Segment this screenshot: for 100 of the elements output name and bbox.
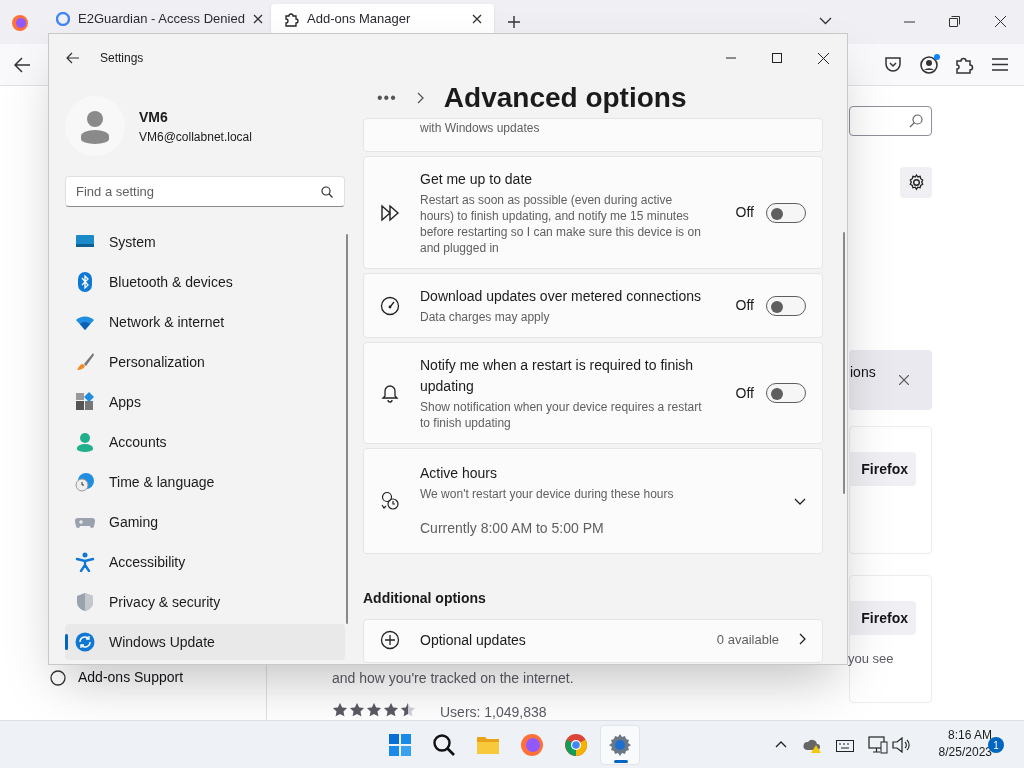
person-icon: [75, 432, 95, 452]
star-icon: [349, 702, 365, 718]
search-icon: [432, 733, 456, 757]
network-monitor-icon[interactable]: [868, 736, 888, 754]
section-heading: Additional options: [362, 589, 487, 608]
card-title: Notify me when a restart is required to finish updating: [420, 356, 695, 396]
menu-icon[interactable]: [992, 58, 1008, 71]
sync-icon: [75, 632, 95, 652]
bell-icon: [380, 383, 400, 403]
user-name: VM6: [139, 107, 169, 127]
card-value: Currently 8:00 AM to 5:00 PM: [420, 519, 605, 538]
puzzle-icon: [283, 10, 299, 27]
windows-logo-icon: [388, 733, 412, 757]
apps-icon: [75, 392, 95, 412]
maximize-icon[interactable]: [772, 53, 782, 63]
nav-item[interactable]: Apps: [65, 384, 345, 420]
back-arrow-icon[interactable]: [14, 57, 31, 73]
close-icon[interactable]: [472, 13, 482, 24]
nav-item[interactable]: Privacy & security: [65, 584, 345, 620]
card-title: Get me up to date: [420, 170, 534, 189]
caret-up-icon[interactable]: [775, 741, 787, 748]
toggle-state: Off: [735, 203, 754, 222]
selection-indicator: [65, 634, 68, 650]
star-icon: [400, 702, 416, 718]
plus-circle-icon: [380, 630, 400, 650]
toggle-switch[interactable]: [766, 202, 806, 223]
description-text: and how you're tracked on the internet.: [332, 669, 574, 688]
nav-item[interactable]: Bluetooth & devices: [65, 264, 345, 300]
clock-arrows-icon: [380, 491, 400, 511]
star-icon: [332, 702, 348, 718]
nav-item[interactable]: Accounts: [65, 424, 345, 460]
star-icon: [366, 702, 382, 718]
description-text: you see: [848, 650, 894, 668]
card-description: Restart as soon as possible (even during active hours) to finish updating, and notify me 15 minutes before restarting so I can make sure this device is on and plugged in: [420, 192, 702, 256]
chevron-down-icon[interactable]: [794, 497, 806, 505]
restore-icon[interactable]: [949, 16, 960, 27]
cloud-warning-icon[interactable]: [803, 737, 821, 753]
gear-icon: [608, 733, 632, 757]
firefox-icon[interactable]: [11, 14, 29, 32]
keyboard-icon[interactable]: [836, 740, 854, 752]
more-button[interactable]: •••: [377, 86, 397, 110]
search-icon: [909, 114, 923, 128]
puzzle-icon[interactable]: [955, 55, 974, 74]
chrome-icon: [564, 733, 588, 757]
nav-item[interactable]: Gaming: [65, 504, 345, 540]
browser-tab[interactable]: Add-ons Manager: [271, 4, 494, 33]
settings-card[interactable]: Notify me when a restart is required to finish updating Show notification when your device requires a restart to finish updating Off: [363, 342, 823, 444]
support-link[interactable]: Add-ons Support: [78, 667, 184, 688]
plus-icon[interactable]: [507, 15, 521, 29]
close-icon[interactable]: [995, 16, 1006, 27]
accessibility-icon: [75, 552, 95, 572]
search-field[interactable]: [849, 106, 932, 136]
nav-item[interactable]: Network & internet: [65, 304, 345, 340]
page-title: Advanced options: [443, 81, 687, 115]
settings-card[interactable]: Optional updates 0 available: [363, 619, 823, 663]
nav-item[interactable]: System: [65, 224, 345, 260]
volume-icon[interactable]: [892, 737, 910, 753]
close-icon[interactable]: [252, 13, 263, 24]
card-description: Data charges may apply: [420, 309, 551, 325]
chevron-down-icon[interactable]: [819, 17, 832, 25]
chevron-right-icon: [799, 633, 806, 645]
add-to-firefox-button[interactable]: Firefox: [849, 601, 916, 635]
nav-item[interactable]: Windows Update: [65, 624, 345, 660]
card-value: 0 available: [716, 631, 779, 649]
browser-tab[interactable]: E2Guardian - Access Denied: [44, 4, 267, 33]
toggle-switch[interactable]: [766, 383, 806, 403]
account-icon[interactable]: [919, 53, 941, 75]
chevron-right-icon: [416, 92, 424, 104]
notice-text: ions: [850, 363, 876, 382]
card-title: Optional updates: [420, 631, 527, 650]
brush-icon: [75, 352, 95, 372]
add-to-firefox-button[interactable]: Firefox: [849, 452, 916, 486]
settings-card[interactable]: Get me up to date Restart as soon as possible (even during active hours) to finish updating, and notify me 15 minutes before restarting so I can make sure this device is on and plugged in Off: [363, 156, 823, 269]
star-icon: [383, 702, 399, 718]
toggle-switch[interactable]: [766, 295, 806, 316]
toggle-state: Off: [735, 383, 754, 403]
settings-card[interactable]: Active hours We won't restart your device during these hours Currently 8:00 AM to 5:00 PM: [363, 448, 823, 554]
toggle-state: Off: [735, 296, 754, 315]
window-title: Settings: [100, 50, 144, 67]
settings-button[interactable]: [900, 167, 932, 198]
shield-icon: [75, 592, 95, 612]
globe-clock-icon: [75, 472, 95, 492]
nav-item[interactable]: Time & language: [65, 464, 345, 500]
pocket-icon[interactable]: [884, 56, 902, 73]
firefox-icon: [520, 733, 544, 757]
settings-card[interactable]: Download updates over metered connections Data charges may apply Off: [363, 273, 823, 338]
nav-item[interactable]: Accessibility: [65, 544, 345, 580]
search-icon: [321, 186, 333, 198]
card-title: Download updates over metered connections: [420, 287, 702, 306]
nav-item[interactable]: Personalization: [65, 344, 345, 380]
card-title: Active hours: [420, 464, 499, 483]
gear-icon: [907, 174, 925, 191]
bluetooth-icon: [75, 272, 95, 292]
card-description: with Windows updates: [419, 120, 540, 137]
fast-forward-icon: [380, 202, 400, 223]
close-icon[interactable]: [818, 52, 829, 64]
user-email: VM6@collabnet.local: [139, 128, 252, 146]
card-description: Show notification when your device requires a restart to finish updating: [420, 399, 702, 431]
back-arrow-icon[interactable]: [66, 52, 80, 64]
gauge-icon: [380, 295, 400, 316]
